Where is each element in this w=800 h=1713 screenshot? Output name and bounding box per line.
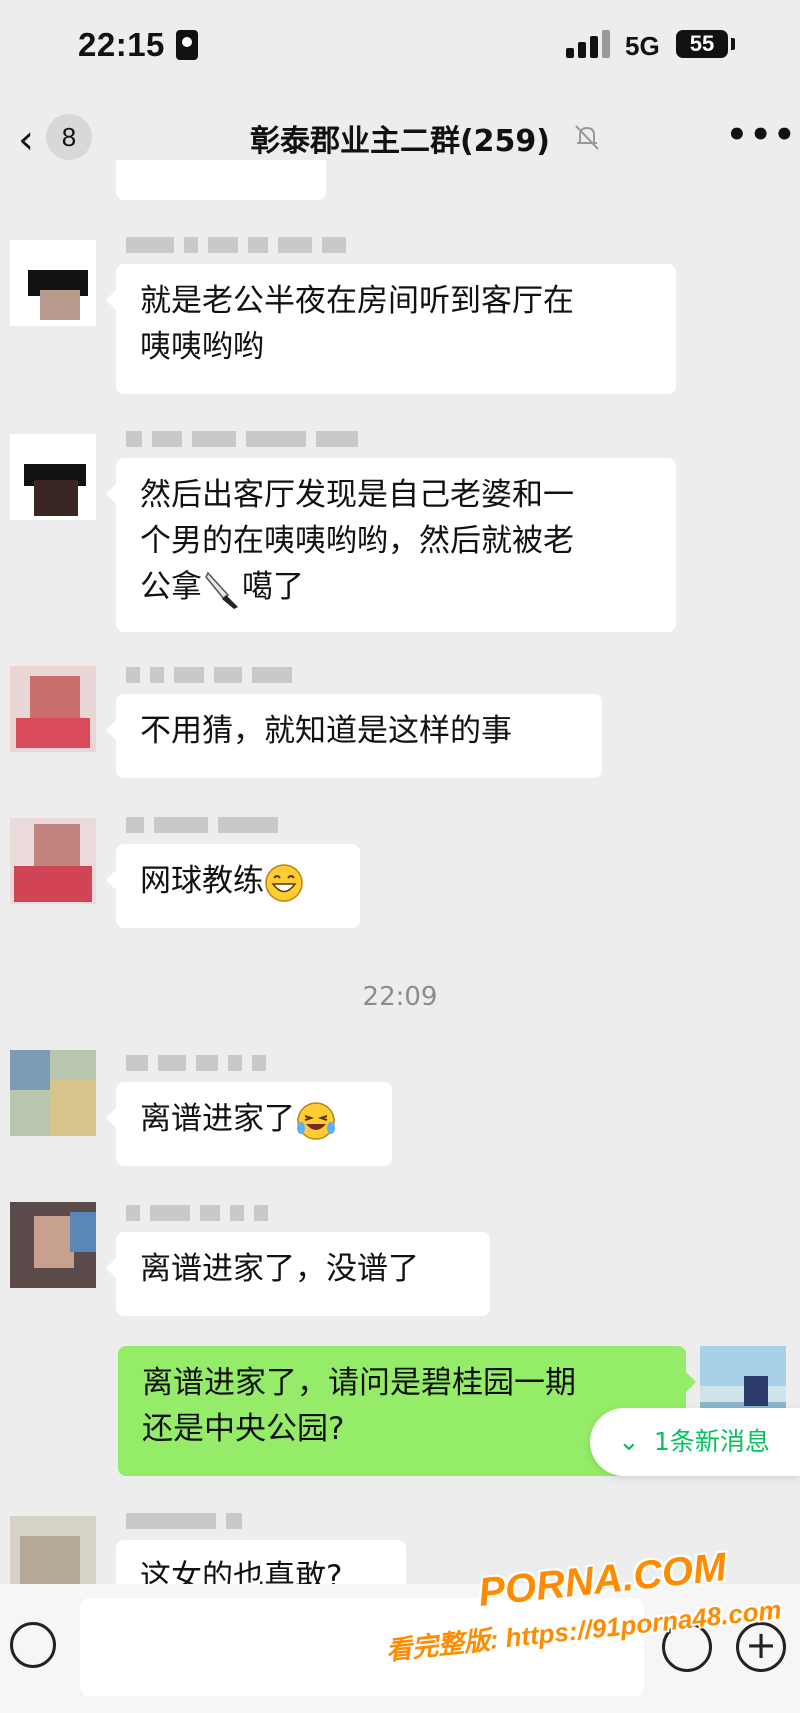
network-type: 5G	[625, 31, 660, 61]
battery-level: 55	[676, 30, 728, 58]
sender-name	[126, 1052, 266, 1074]
new-messages-button[interactable]: ⌄ 1条新消息	[590, 1408, 800, 1476]
knife-emoji-icon	[205, 571, 238, 609]
message-text: 离谱进家了，没谱了	[140, 1251, 419, 1287]
battery-icon	[731, 38, 735, 50]
laughing-emoji-icon	[297, 1101, 335, 1140]
message-line: 咦咦哟哟	[140, 329, 264, 365]
mute-icon	[575, 125, 599, 150]
message-clip: 这女的也真敢?	[116, 1540, 406, 1584]
message-line: 离谱进家了，请问是碧桂园一期	[142, 1365, 576, 1401]
message-line: 然后出客厅发现是自己老婆和一	[140, 477, 574, 513]
message-bubble[interactable]: 网球教练	[106, 844, 360, 928]
message-bubble-partial	[116, 160, 326, 200]
message-line: 公拿 噶了	[140, 564, 652, 610]
avatar[interactable]	[10, 1050, 96, 1136]
more-icon[interactable]: •••	[726, 118, 795, 152]
message-bubble[interactable]: 离谱进家了	[106, 1082, 392, 1166]
message-bubble[interactable]: 然后出客厅发现是自己老婆和一 个男的在咦咦哟哟，然后就被老 公拿 噶了	[106, 458, 676, 632]
sender-name	[126, 1510, 242, 1532]
message-line: 就是老公半夜在房间听到客厅在	[140, 283, 574, 319]
signal-strength-icon	[566, 30, 612, 58]
message-line: 个男的在咦咦哟哟，然后就被老	[140, 523, 574, 559]
chevron-down-icon: ⌄	[618, 1427, 640, 1457]
avatar[interactable]	[10, 1202, 96, 1288]
avatar[interactable]	[10, 240, 96, 326]
time-divider: 22:09	[362, 982, 438, 1012]
message-text: 离谱进家了	[140, 1101, 295, 1137]
message-text: 不用猜，就知道是这样的事	[140, 713, 512, 749]
status-time: 22:15	[78, 26, 165, 63]
message-bubble[interactable]: 就是老公半夜在房间听到客厅在 咦咦哟哟	[106, 264, 676, 394]
message-bubble[interactable]: 这女的也真敢?	[116, 1540, 406, 1584]
avatar[interactable]	[10, 818, 96, 904]
message-line: 还是中央公园?	[142, 1411, 345, 1447]
sender-name	[126, 428, 358, 450]
voice-icon[interactable]	[10, 1622, 56, 1668]
grin-emoji-icon	[265, 863, 303, 902]
sender-name	[126, 1202, 268, 1224]
message-bubble[interactable]: 不用猜，就知道是这样的事	[106, 694, 602, 778]
avatar[interactable]	[10, 666, 96, 752]
message-text: 网球教练	[140, 863, 264, 899]
chat-title: 彰泰郡业主二群(259)	[249, 124, 551, 159]
sender-name	[126, 814, 278, 836]
avatar[interactable]	[10, 434, 96, 520]
sender-name	[126, 234, 346, 256]
message-bubble[interactable]: 离谱进家了，没谱了	[106, 1232, 490, 1316]
sender-name	[126, 664, 292, 686]
message-text: 这女的也真敢?	[140, 1559, 343, 1584]
contact-card-icon	[176, 30, 198, 60]
